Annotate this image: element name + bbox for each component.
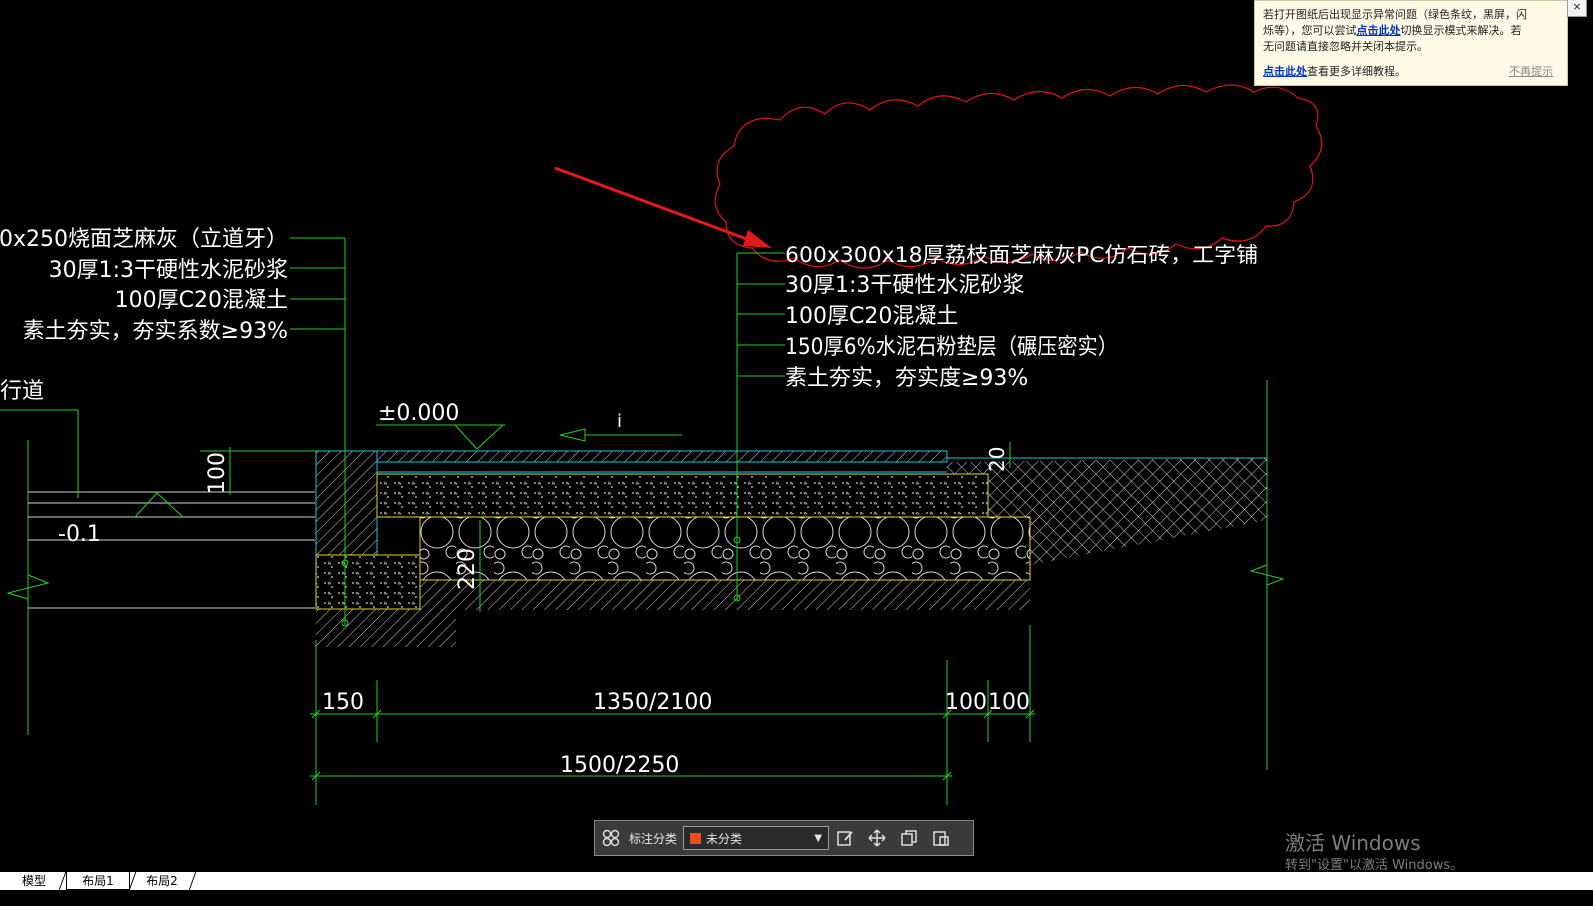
dim-100-vertical: 100: [205, 452, 230, 494]
chevron-down-icon: ▼: [814, 832, 823, 844]
notice-line-3: 无问题请直接忽略并关闭本提示。: [1263, 40, 1428, 53]
notice-line2-post: 切换显示模式来解决。若: [1400, 24, 1522, 37]
right-label-4: 150厚6%水泥石粉垫层（碾压密实）: [785, 335, 1118, 360]
annotation-category-label: 标注分类: [629, 831, 678, 846]
category-color-swatch: [690, 832, 702, 844]
right-label-5: 素土夯实，夯实度≥93%: [785, 366, 1028, 391]
grid-icon[interactable]: [599, 826, 623, 850]
concrete-layer: [376, 473, 989, 518]
right-label-2: 30厚1:3干硬性水泥砂浆: [785, 273, 1024, 298]
category-selected-value: 未分类: [706, 831, 743, 846]
curb-base: [315, 554, 421, 610]
dont-show-again-link[interactable]: 不再提示: [1509, 64, 1553, 80]
right-label-3: 100厚C20混凝土: [785, 304, 958, 329]
compacted-soil: [420, 580, 1030, 610]
edit-icon[interactable]: [833, 826, 857, 850]
horizontal-dimensions: [310, 625, 1035, 805]
move-icon[interactable]: [865, 826, 889, 850]
level-left-label: -0.1: [58, 522, 101, 547]
display-issue-notice: 若打开图纸后出现显示异常问题（绿色条纹，黑屏，闪 烁等），您可以尝试点击此处切换…: [1254, 0, 1587, 86]
elevation-marker: [376, 424, 505, 450]
dim-100b: 100: [988, 690, 1030, 715]
notice-line2-pre: 烁等），您可以尝试: [1263, 24, 1357, 37]
paste-icon[interactable]: [929, 826, 953, 850]
tutorial-link[interactable]: 点击此处: [1263, 65, 1307, 78]
notice-line-1: 若打开图纸后出现显示异常问题（绿色条纹，黑屏，闪: [1263, 8, 1527, 21]
tab-layout2[interactable]: 布局2: [134, 872, 190, 890]
annotation-category-select[interactable]: 未分类 ▼: [683, 826, 830, 850]
switch-display-mode-link[interactable]: 点击此处: [1357, 24, 1401, 37]
notice-line-2: 烁等），您可以尝试点击此处切换显示模式来解决。若: [1263, 23, 1559, 39]
tab-strip: [0, 872, 1593, 890]
close-icon[interactable]: ×: [1567, 0, 1587, 17]
activate-windows-subtitle: 转到"设置"以激活 Windows。: [1285, 858, 1464, 873]
tab-model[interactable]: 模型: [8, 872, 60, 890]
tab-layout1[interactable]: 布局1: [66, 872, 130, 890]
left-label-3: 100厚C20混凝土: [115, 288, 288, 313]
dim-220-vertical: 220: [455, 548, 480, 590]
left-label-2: 30厚1:3干硬性水泥砂浆: [49, 258, 288, 283]
dim-total: 1500/2250: [560, 753, 679, 778]
annotation-toolbar: 标注分类 未分类 ▼: [594, 820, 974, 856]
layout-tab-bar: 模型 布局1 布局2: [0, 872, 1593, 906]
dim-150: 150: [322, 690, 364, 715]
dim-1350: 1350/2100: [593, 690, 712, 715]
right-label-1: 600x300x18厚荔枝面芝麻灰PC仿石砖，工字铺: [785, 243, 1258, 267]
revision-cloud[interactable]: [714, 84, 1323, 269]
slope-label: i: [617, 411, 622, 432]
curb-stone: [315, 450, 378, 556]
activate-windows-title: 激活 Windows: [1285, 831, 1421, 855]
elevation-label: ±0.000: [378, 401, 459, 426]
left-label-1: 50x250烧面芝麻灰（立道牙）: [0, 227, 288, 252]
left-road-section: [0, 409, 315, 735]
dim-100a: 100: [945, 690, 987, 715]
left-side-label: 行道: [0, 379, 44, 404]
red-arrow: [554, 166, 772, 248]
gravel-cushion-layer: [419, 516, 1031, 581]
paving-stone-layer: [376, 450, 948, 463]
copy-icon[interactable]: [897, 826, 921, 850]
left-label-4: 素土夯实，夯实系数≥93%: [23, 319, 288, 344]
dim-20-vertical: 20: [985, 447, 1009, 472]
cad-drawing-canvas[interactable]: 50x250烧面芝麻灰（立道牙） 30厚1:3干硬性水泥砂浆 100厚C20混凝…: [0, 0, 1593, 888]
tutorial-text: 查看更多详细教程。: [1307, 65, 1406, 78]
